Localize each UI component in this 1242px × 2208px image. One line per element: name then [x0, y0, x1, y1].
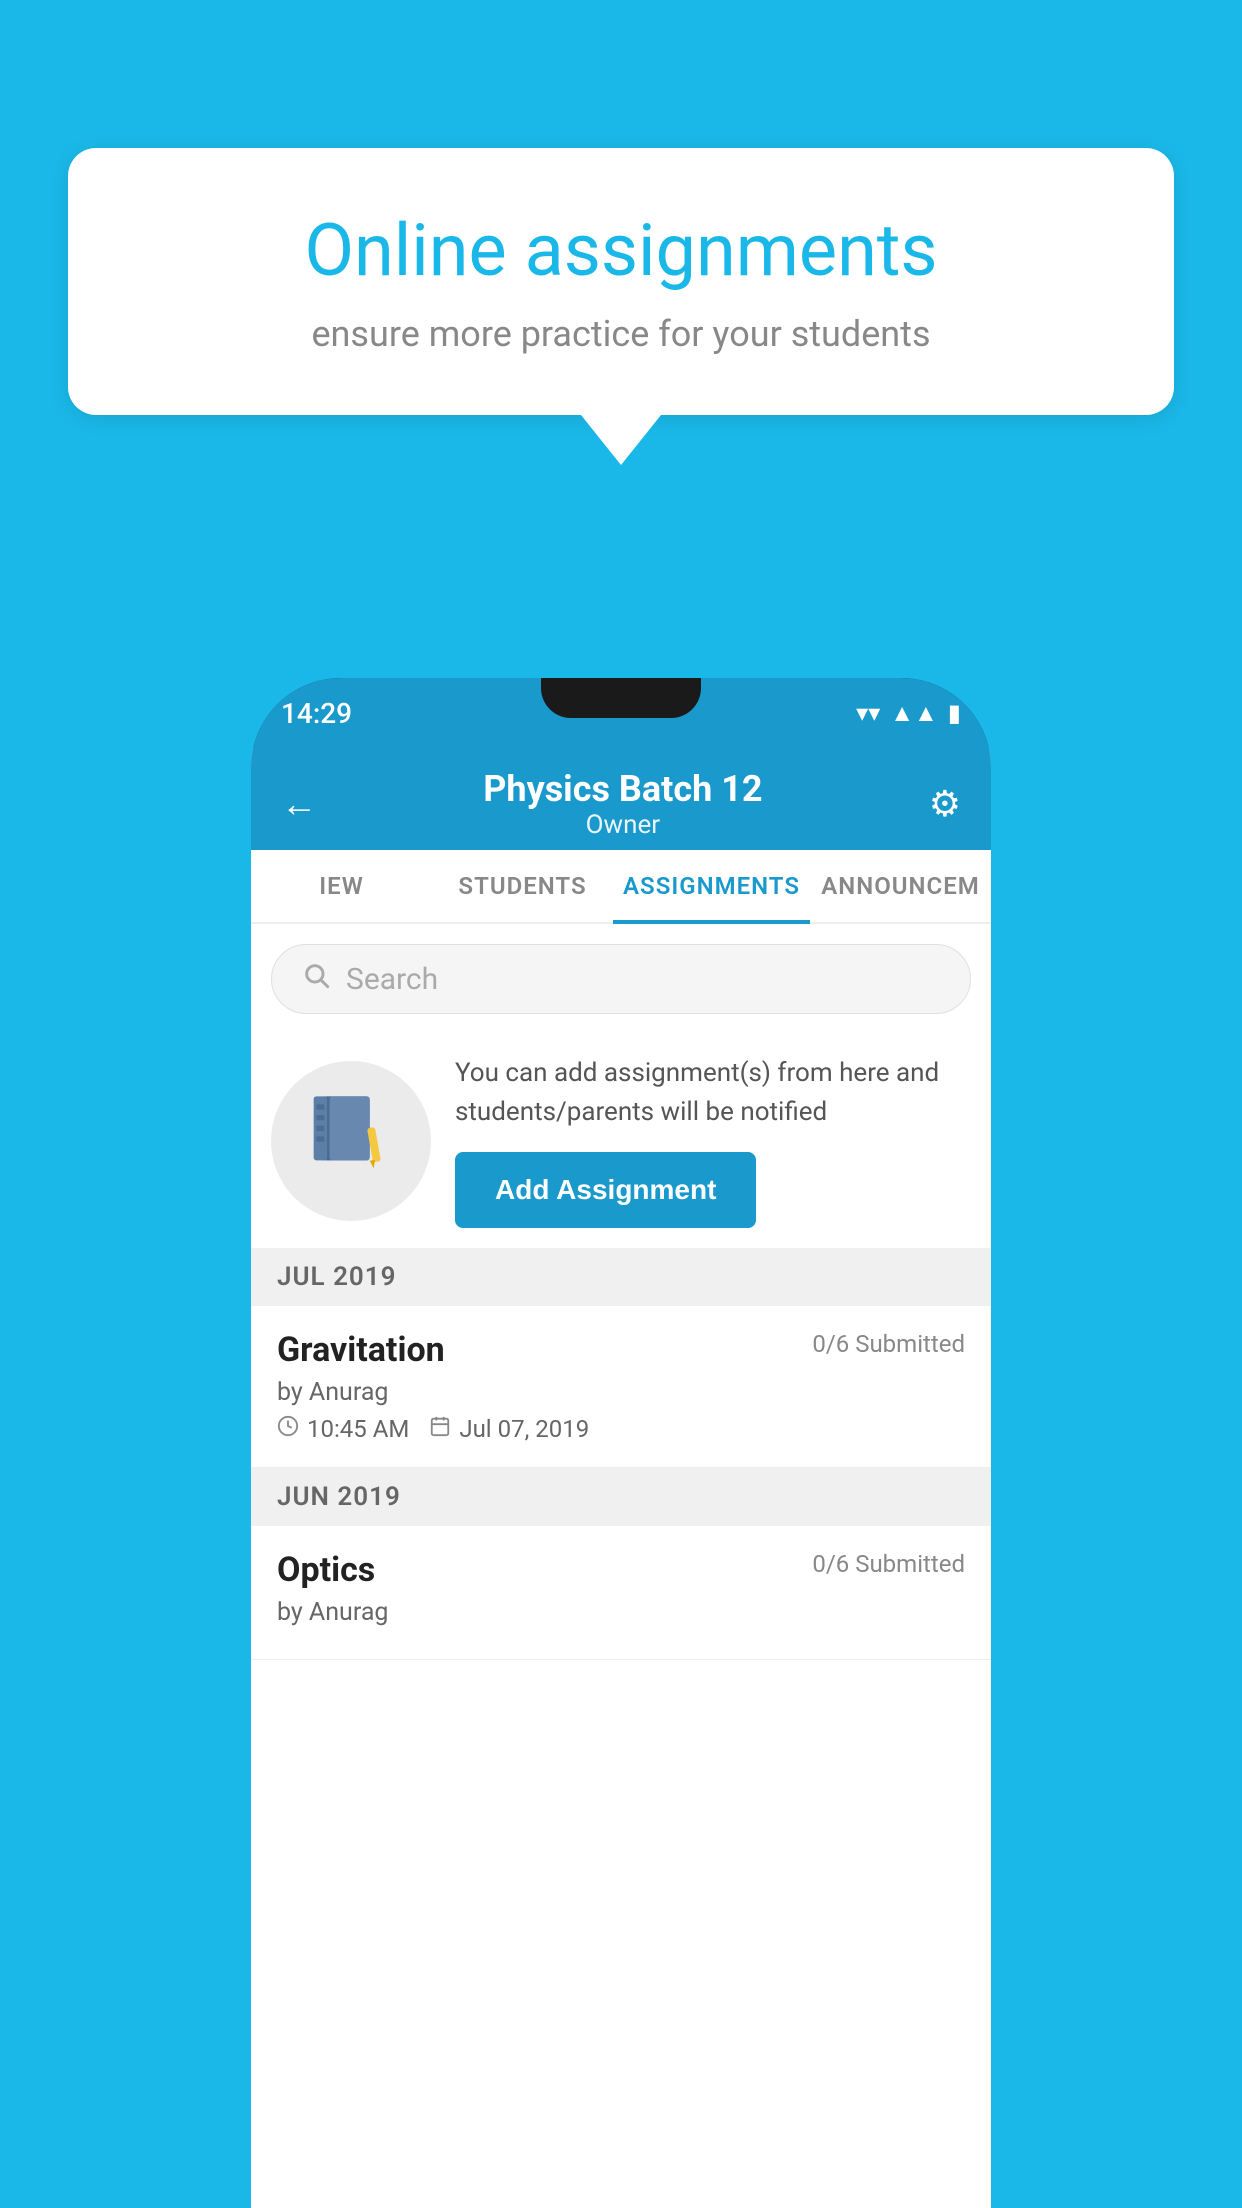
- optics-author: by Anurag: [277, 1598, 965, 1627]
- phone-screen: ← Physics Batch 12 Owner ⚙ IEW STUDENTS …: [251, 748, 991, 2208]
- assignment-date: Jul 07, 2019: [459, 1415, 589, 1443]
- section-header-jul: JUL 2019: [251, 1248, 991, 1306]
- assignment-time: 10:45 AM: [307, 1415, 409, 1443]
- assignment-author: by Anurag: [277, 1378, 965, 1407]
- search-icon: [302, 961, 330, 997]
- tab-announcements[interactable]: ANNOUNCEM: [810, 850, 991, 922]
- calendar-icon: [429, 1415, 451, 1443]
- assignment-top: Gravitation 0/6 Submitted: [277, 1330, 965, 1370]
- info-card: You can add assignment(s) from here and …: [251, 1034, 991, 1248]
- tab-assignments[interactable]: ASSIGNMENTS: [613, 850, 810, 922]
- assignment-item-gravitation[interactable]: Gravitation 0/6 Submitted by Anurag 10:4…: [251, 1306, 991, 1468]
- status-icons: ▾▾ ▲▲ ▮: [856, 699, 961, 728]
- notch: [541, 678, 701, 718]
- header-title-block: Physics Batch 12 Owner: [317, 768, 929, 840]
- time-meta: 10:45 AM: [277, 1415, 409, 1443]
- clock-icon: [277, 1415, 299, 1443]
- settings-button[interactable]: ⚙: [929, 783, 961, 825]
- batch-title: Physics Batch 12: [317, 768, 929, 810]
- speech-bubble: Online assignments ensure more practice …: [68, 148, 1174, 415]
- notebook-icon: [311, 1091, 391, 1191]
- battery-icon: ▮: [948, 699, 961, 727]
- phone-frame: 14:29 ▾▾ ▲▲ ▮ ← Physics Batch 12 Owner ⚙…: [251, 678, 991, 2208]
- batch-role: Owner: [317, 810, 929, 840]
- back-button[interactable]: ←: [281, 783, 317, 825]
- tabs-bar: IEW STUDENTS ASSIGNMENTS ANNOUNCEM: [251, 850, 991, 924]
- add-assignment-button[interactable]: Add Assignment: [455, 1152, 756, 1228]
- search-bar[interactable]: Search: [271, 944, 971, 1014]
- speech-bubble-title: Online assignments: [138, 208, 1104, 293]
- assignment-item-optics[interactable]: Optics 0/6 Submitted by Anurag: [251, 1526, 991, 1660]
- header-top: ← Physics Batch 12 Owner ⚙: [281, 768, 961, 850]
- assignment-icon-circle: [271, 1061, 431, 1221]
- wifi-icon: ▾▾: [856, 699, 880, 727]
- status-time: 14:29: [281, 697, 352, 730]
- status-bar: 14:29 ▾▾ ▲▲ ▮: [251, 678, 991, 748]
- tab-iew[interactable]: IEW: [251, 850, 432, 922]
- search-placeholder: Search: [346, 962, 438, 997]
- speech-bubble-container: Online assignments ensure more practice …: [68, 148, 1174, 465]
- optics-submitted: 0/6 Submitted: [812, 1550, 965, 1578]
- info-text-block: You can add assignment(s) from here and …: [455, 1054, 971, 1228]
- date-meta: Jul 07, 2019: [429, 1415, 589, 1443]
- optics-title: Optics: [277, 1550, 375, 1590]
- section-header-jun: JUN 2019: [251, 1468, 991, 1526]
- assignment-submitted: 0/6 Submitted: [812, 1330, 965, 1358]
- speech-bubble-subtitle: ensure more practice for your students: [138, 313, 1104, 355]
- app-header: ← Physics Batch 12 Owner ⚙: [251, 748, 991, 850]
- info-description: You can add assignment(s) from here and …: [455, 1054, 971, 1132]
- tab-students[interactable]: STUDENTS: [432, 850, 613, 922]
- assignment-title: Gravitation: [277, 1330, 445, 1370]
- assignment-meta: 10:45 AM Jul 07, 2019: [277, 1415, 965, 1443]
- assignment-top-optics: Optics 0/6 Submitted: [277, 1550, 965, 1590]
- speech-bubble-pointer: [581, 415, 661, 465]
- signal-icon: ▲▲: [890, 699, 938, 728]
